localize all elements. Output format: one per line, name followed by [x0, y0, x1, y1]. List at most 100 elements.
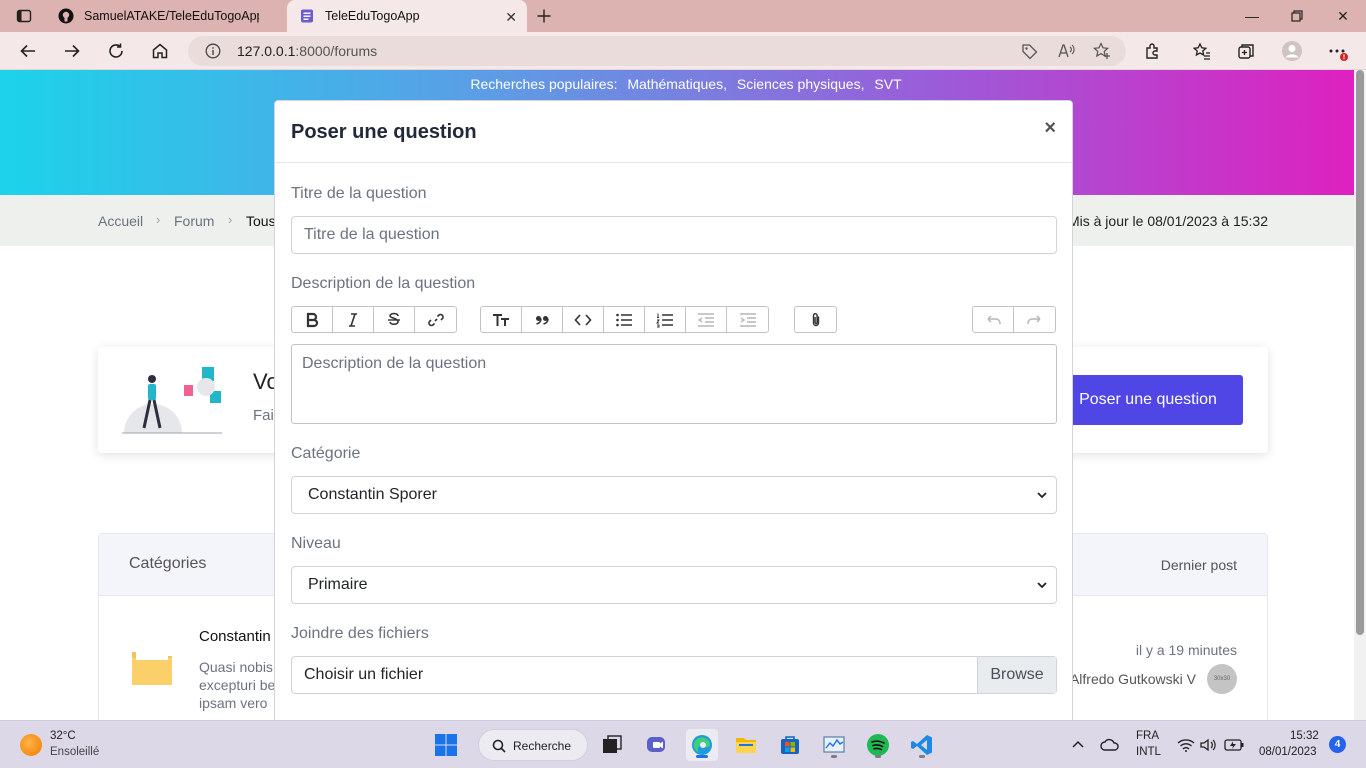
restore-icon[interactable] [1285, 6, 1309, 26]
tag-icon[interactable] [1020, 41, 1040, 61]
bullet-list-button[interactable] [604, 307, 645, 332]
file-explorer-icon[interactable] [730, 729, 762, 761]
undo-button[interactable] [973, 307, 1014, 332]
tab-title: TeleEduTogoApp [325, 9, 420, 23]
weather-description[interactable]: Ensoleillé [50, 746, 99, 758]
popular-link[interactable]: Mathématiques, [627, 76, 727, 92]
chevron-right-icon: › [228, 212, 233, 227]
chevron-right-icon: › [156, 212, 161, 227]
quote-button[interactable] [522, 307, 563, 332]
performance-monitor-icon[interactable] [818, 729, 850, 761]
clock-time[interactable]: 15:32 [1290, 730, 1319, 742]
folder-icon [131, 646, 173, 686]
microsoft-store-icon[interactable] [774, 729, 806, 761]
illustration-image [122, 365, 224, 435]
italic-button[interactable] [333, 307, 374, 332]
file-input-placeholder: Choisir un fichier [304, 666, 424, 683]
back-icon[interactable] [16, 39, 40, 63]
redo-button[interactable] [1014, 307, 1055, 332]
attach-file-button[interactable] [795, 307, 836, 332]
vscode-icon[interactable] [906, 729, 938, 761]
chevron-down-icon [1037, 492, 1047, 499]
running-indicator [919, 755, 925, 758]
home-icon[interactable] [148, 39, 172, 63]
last-post-user[interactable]: Alfredo Gutkowski V [1070, 671, 1196, 687]
minimize-icon[interactable]: — [1240, 6, 1264, 26]
os-taskbar: 32°C Ensoleillé Recherche FRA INTL 15:32… [0, 720, 1366, 768]
popular-link[interactable]: SVT [874, 76, 901, 92]
profile-avatar[interactable] [1280, 39, 1304, 63]
active-indicator [696, 755, 708, 758]
modal-title: Poser une question [291, 121, 477, 143]
heading-button[interactable] [481, 307, 522, 332]
page-viewport: Recherches populaires: Mathématiques, Sc… [0, 70, 1366, 720]
browser-toolbar: 127.0.0.1:8000/forums [0, 32, 1366, 70]
browse-button[interactable]: Browse [977, 657, 1056, 693]
popular-link[interactable]: Sciences physiques, [737, 76, 865, 92]
input-language[interactable]: FRA [1136, 730, 1159, 742]
address-bar[interactable]: 127.0.0.1:8000/forums [188, 36, 1126, 66]
notification-badge[interactable]: 4 [1329, 736, 1346, 753]
question-title-input[interactable]: Titre de la question [291, 216, 1057, 254]
info-icon[interactable] [203, 41, 223, 61]
browser-tab-github[interactable]: SamuelATAKE/TeleEduTogoApp: I [46, 0, 286, 32]
title-label: Titre de la question [291, 185, 427, 202]
level-select[interactable]: Primaire [291, 566, 1057, 604]
onedrive-cloud-icon[interactable] [1094, 729, 1126, 761]
taskbar-search[interactable]: Recherche [478, 729, 588, 761]
bold-button[interactable] [292, 307, 333, 332]
strike-button[interactable] [374, 307, 415, 332]
category-select[interactable]: Constantin Sporer [291, 476, 1057, 514]
chevron-down-icon [1037, 582, 1047, 589]
extensions-icon[interactable] [1141, 39, 1165, 63]
windows-start-icon[interactable] [430, 729, 462, 761]
forward-icon[interactable] [60, 39, 84, 63]
close-tab-icon[interactable]: ✕ [505, 9, 517, 26]
link-button[interactable] [415, 307, 456, 332]
col-categories: Catégories [129, 555, 207, 572]
attachment-group [794, 306, 837, 333]
files-label: Joindre des fichiers [291, 625, 429, 642]
battery-icon[interactable] [1218, 729, 1250, 761]
page-icon [299, 8, 315, 24]
ask-question-modal: Poser une question × Titre de la questio… [274, 100, 1073, 720]
edge-browser-icon[interactable] [686, 729, 718, 761]
popular-label: Recherches populaires: [470, 76, 618, 92]
tab-actions-icon[interactable] [13, 6, 35, 26]
clock-date[interactable]: 08/01/2023 [1259, 746, 1317, 758]
running-indicator [831, 755, 837, 758]
decrease-indent-button[interactable] [686, 307, 727, 332]
task-view-icon[interactable] [596, 729, 628, 761]
keyboard-layout[interactable]: INTL [1136, 746, 1161, 758]
number-list-button[interactable] [645, 307, 686, 332]
new-tab-icon[interactable] [533, 6, 555, 26]
category-select-value: Constantin Sporer [308, 486, 437, 503]
spotify-icon[interactable] [862, 729, 894, 761]
category-label: Catégorie [291, 445, 361, 462]
category-name[interactable]: Constantin [199, 628, 271, 645]
breadcrumb-home[interactable]: Accueil [98, 213, 143, 229]
url-text: 127.0.0.1:8000/forums [237, 43, 378, 59]
weather-temperature[interactable]: 32°C [50, 730, 76, 742]
weather-sun-icon[interactable] [20, 734, 42, 756]
question-description-editor[interactable]: Description de la question [291, 344, 1057, 424]
scrollbar-thumb[interactable] [1356, 70, 1364, 635]
teams-chat-icon[interactable] [641, 729, 673, 761]
read-aloud-icon[interactable] [1056, 41, 1076, 61]
close-icon[interactable]: × [1044, 117, 1056, 140]
file-input[interactable]: Choisir un fichier Browse [291, 656, 1057, 694]
collections-icon[interactable] [1234, 39, 1258, 63]
reload-icon[interactable] [104, 39, 128, 63]
page-scrollbar[interactable] [1354, 70, 1366, 720]
favorite-add-icon[interactable] [1092, 41, 1112, 61]
close-window-icon[interactable]: ✕ [1331, 6, 1355, 26]
browser-tab-teleedu[interactable]: TeleEduTogoApp ✕ [287, 0, 527, 32]
chevron-up-icon[interactable] [1062, 729, 1094, 761]
block-format-group [480, 306, 769, 333]
settings-more-icon[interactable] [1326, 39, 1350, 63]
ask-question-button[interactable]: Poser une question [1053, 375, 1243, 425]
increase-indent-button[interactable] [727, 307, 768, 332]
breadcrumb-forum[interactable]: Forum [174, 213, 214, 229]
code-button[interactable] [563, 307, 604, 332]
favorites-icon[interactable] [1190, 39, 1214, 63]
